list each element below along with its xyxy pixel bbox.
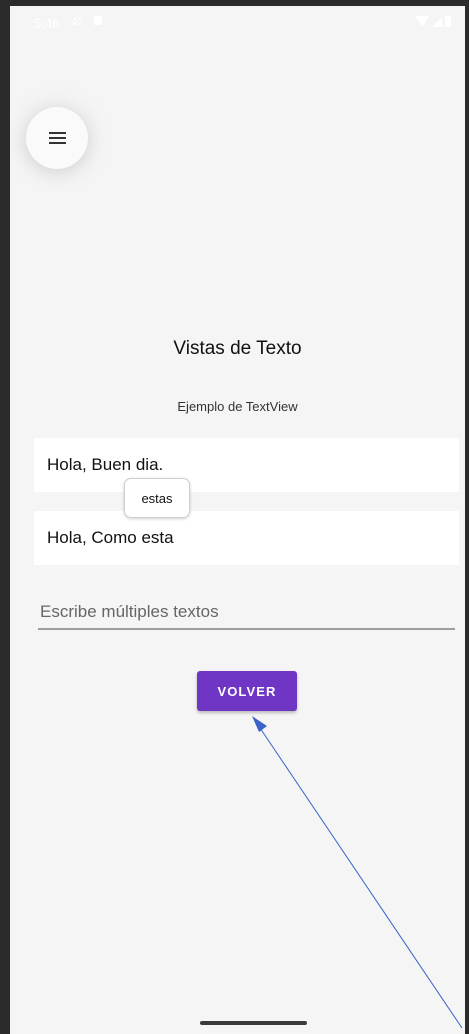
signal-icon <box>432 16 442 27</box>
menu-button[interactable] <box>26 107 88 169</box>
page-subtitle: Ejemplo de TextView <box>177 399 298 414</box>
text-view-question: Hola, Como esta <box>34 511 459 565</box>
multi-text-input[interactable] <box>38 596 455 630</box>
status-indicators <box>415 16 451 27</box>
battery-icon <box>445 16 451 27</box>
volver-button[interactable]: VOLVER <box>197 671 297 711</box>
menu-icon <box>48 132 66 144</box>
do-not-disturb-icon: ⊘ <box>72 14 83 28</box>
lock-icon <box>94 16 102 25</box>
page-title: Vistas de Texto <box>173 338 302 359</box>
wifi-icon <box>415 16 429 27</box>
status-bar: 5:46 ⊘ <box>10 6 465 44</box>
tooltip-popup: estas <box>124 478 190 518</box>
navigation-gesture-bar[interactable] <box>200 1021 307 1025</box>
text-view-greeting: Hola, Buen dia. <box>34 438 459 492</box>
app-screen: 5:46 ⊘ Vistas de Texto Ejemplo de TextVi… <box>10 6 465 1034</box>
status-time: 5:46 <box>34 16 60 31</box>
